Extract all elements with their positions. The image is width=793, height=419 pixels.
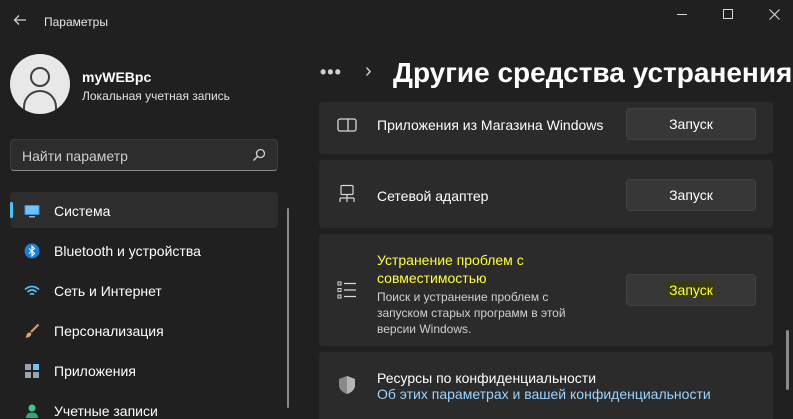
breadcrumb-more-button[interactable]: •••	[320, 62, 342, 83]
minimize-button[interactable]	[659, 0, 705, 28]
chevron-right-icon: ›	[365, 60, 372, 82]
privacy-resources: Ресурсы по конфиденциальности Об этих па…	[319, 352, 773, 419]
sidebar-item-personalization[interactable]: Персонализация	[10, 312, 278, 348]
store-app-icon	[337, 118, 357, 132]
sidebar-scrollbar[interactable]	[287, 208, 289, 408]
troubleshooter-description: Поиск и устранение проблем с запуском ст…	[377, 290, 566, 336]
close-button[interactable]	[751, 0, 793, 28]
sidebar-item-apps[interactable]: Приложения	[10, 352, 278, 388]
troubleshooter-title-line1: Устранение проблем с	[377, 252, 524, 268]
sidebar-item-accounts[interactable]: Учетные записи	[10, 392, 278, 419]
search-placeholder: Найти параметр	[22, 148, 128, 164]
troubleshooter-compatibility: Устранение проблем с совместимостью Поис…	[319, 234, 773, 346]
search-icon	[253, 148, 266, 161]
sidebar-nav: Система Bluetooth и устройства Сеть и Ин…	[10, 192, 278, 419]
maximize-button[interactable]	[705, 0, 751, 28]
arrow-left-icon	[13, 15, 26, 25]
sidebar-item-label: Bluetooth и устройства	[54, 243, 201, 259]
user-profile[interactable]: myWEBpc Локальная учетная запись	[10, 44, 290, 120]
apps-icon	[25, 364, 39, 378]
troubleshooter-title-line2: совместимостью	[377, 270, 487, 286]
profile-account-type: Локальная учетная запись	[82, 89, 230, 103]
troubleshooter-store-apps: Приложения из Магазина Windows Запуск	[319, 102, 773, 154]
bluetooth-icon	[24, 243, 40, 259]
shield-icon	[339, 376, 355, 394]
privacy-title: Ресурсы по конфиденциальности	[377, 370, 597, 386]
sidebar-item-bluetooth[interactable]: Bluetooth и устройства	[10, 232, 278, 268]
wifi-icon	[24, 285, 40, 296]
profile-name: myWEBpc	[82, 69, 152, 85]
maximize-icon	[723, 9, 733, 19]
close-icon	[768, 8, 780, 20]
brush-icon	[25, 323, 40, 338]
person-icon	[26, 404, 38, 418]
list-icon	[337, 281, 356, 299]
title-bar: Параметры	[0, 0, 793, 44]
app-title: Параметры	[44, 15, 108, 29]
sidebar-item-label: Персонализация	[54, 323, 164, 339]
back-button[interactable]	[8, 8, 32, 32]
page-title: Другие средства устранения неполадок	[393, 57, 793, 88]
run-button[interactable]: Запуск	[626, 179, 756, 211]
run-button[interactable]: Запуск	[626, 274, 756, 306]
run-button[interactable]: Запуск	[626, 108, 756, 140]
breadcrumb: ••• › Другие средства устранения неполад…	[320, 56, 793, 92]
troubleshooter-network-adapter: Сетевой адаптер Запуск	[319, 160, 773, 228]
sidebar-item-system[interactable]: Система	[10, 192, 278, 228]
troubleshooter-title: Сетевой адаптер	[377, 188, 489, 204]
network-adapter-icon	[339, 184, 355, 202]
avatar	[10, 54, 70, 114]
sidebar-item-label: Система	[54, 203, 111, 219]
search-input[interactable]: Найти параметр	[10, 139, 278, 171]
privacy-link[interactable]: Об этих параметрах и вашей конфиденциаль…	[377, 386, 711, 402]
monitor-icon	[24, 205, 40, 218]
main-scrollbar[interactable]	[786, 330, 789, 390]
run-button-label: Запуск	[667, 282, 715, 298]
active-indicator	[10, 202, 13, 218]
sidebar-item-label: Сеть и Интернет	[54, 283, 162, 299]
sidebar-item-label: Приложения	[54, 363, 136, 379]
minimize-icon	[677, 13, 687, 15]
troubleshooter-title: Приложения из Магазина Windows	[377, 117, 604, 133]
sidebar-item-network[interactable]: Сеть и Интернет	[10, 272, 278, 308]
sidebar-item-label: Учетные записи	[54, 403, 158, 419]
